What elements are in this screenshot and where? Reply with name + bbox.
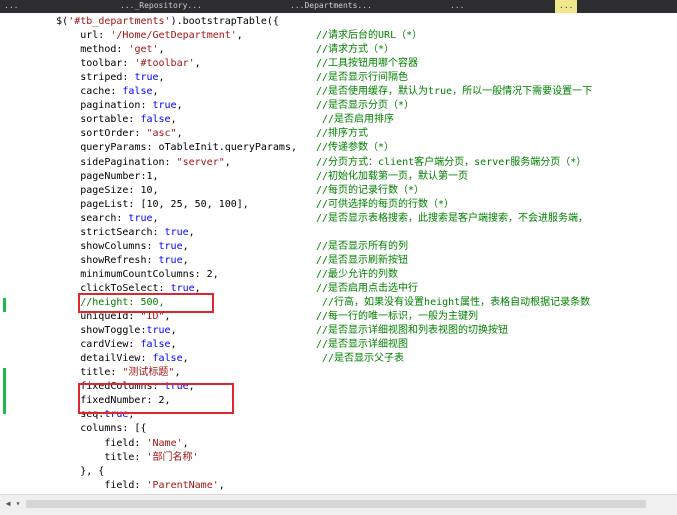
code-comment: //是否显示行间隔色 bbox=[316, 72, 409, 84]
document-tab[interactable]: ... bbox=[4, 0, 18, 13]
document-tab[interactable]: ...Departments... bbox=[290, 0, 372, 13]
code-comment: //是否使用缓存，默认为true，所以一般情况下需要设置一下 bbox=[316, 86, 593, 98]
code-comment: //请求后台的URL（*） bbox=[316, 30, 423, 42]
document-tab[interactable]: ..._Repository... bbox=[120, 0, 202, 13]
code-comment: //是否显示刷新按钮 bbox=[316, 254, 409, 266]
code-line: queryParams: oTableInit.queryParams, bbox=[8, 142, 297, 154]
highlight-box-fixed-columns bbox=[78, 383, 234, 414]
code-comment: //最少允许的列数 bbox=[316, 268, 399, 280]
code-line: sidePagination: "server", bbox=[8, 156, 231, 168]
horizontal-scrollbar-thumb[interactable] bbox=[26, 500, 646, 508]
code-editor[interactable]: $('#tb_departments').bootstrapTable({ ur… bbox=[0, 15, 660, 495]
code-comment: //分页方式：client客户端分页，server服务端分页（*） bbox=[316, 156, 587, 168]
code-comment: //请求方式（*） bbox=[316, 44, 395, 56]
code-line: toolbar: '#toolbar', bbox=[8, 58, 201, 70]
code-line: strictSearch: true, bbox=[8, 226, 195, 238]
code-line: cardView: false, bbox=[8, 339, 177, 351]
code-comment: //可供选择的每页的行数（*） bbox=[316, 198, 455, 210]
document-tab[interactable]: ... bbox=[450, 0, 464, 13]
code-line: cache: false, bbox=[8, 86, 159, 98]
code-line: field: 'Name', bbox=[8, 437, 189, 449]
code-line: showRefresh: true, bbox=[8, 254, 189, 266]
code-line: method: 'get', bbox=[8, 44, 165, 56]
code-comment: //排序方式 bbox=[316, 128, 369, 140]
document-tab-active[interactable]: ... bbox=[555, 0, 578, 13]
code-comment: //初始化加载第一页，默认第一页 bbox=[316, 170, 469, 182]
code-line: striped: true, bbox=[8, 72, 165, 84]
code-line: sortOrder: "asc", bbox=[8, 128, 183, 140]
code-comment: //工具按钮用哪个容器 bbox=[316, 58, 419, 70]
code-line: minimumCountColumns: 2, bbox=[8, 268, 219, 280]
horizontal-scrollbar[interactable]: ◀ ▾ bbox=[0, 494, 677, 515]
code-comment: //是否显示详细视图和列表视图的切换按钮 bbox=[316, 325, 509, 337]
code-line: pageList: [10, 25, 50, 100], bbox=[8, 198, 249, 210]
code-line: detailView: false, bbox=[8, 353, 189, 365]
code-line: columns: [{ bbox=[8, 423, 147, 435]
code-comment: //传递参数（*） bbox=[316, 142, 395, 154]
code-line: field: 'ParentName', bbox=[8, 479, 225, 491]
code-comment: //是否显示分页（*） bbox=[316, 100, 415, 112]
code-line: showToggle:true, bbox=[8, 325, 177, 337]
document-tab-bar: ... ..._Repository... ...Departments... … bbox=[0, 0, 677, 13]
code-line: url: '/Home/GetDepartment', bbox=[8, 30, 243, 42]
code-comment: //是否启用点击选中行 bbox=[316, 282, 419, 294]
code-line: $('#tb_departments').bootstrapTable({ bbox=[8, 16, 279, 27]
code-comment: //是否显示详细视图 bbox=[316, 339, 409, 351]
code-line: pageNumber:1, bbox=[8, 170, 159, 182]
code-line: }, { bbox=[8, 465, 105, 477]
code-line: search: true, bbox=[8, 212, 159, 224]
collapse-dropdown-icon[interactable]: ▾ bbox=[12, 498, 24, 510]
code-comment: //每一行的唯一标识，一般为主键列 bbox=[316, 311, 479, 323]
code-comment: //行高，如果没有设置height属性，表格自动根据记录条数 bbox=[316, 297, 591, 308]
code-line: pagination: true, bbox=[8, 100, 183, 112]
code-comment: //每页的记录行数（*） bbox=[316, 184, 425, 196]
code-line: showColumns: true, bbox=[8, 240, 189, 252]
code-comment: //是否显示表格搜索，此搜索是客户端搜索，不会进服务端， bbox=[316, 212, 589, 224]
code-line: sortable: false, bbox=[8, 114, 177, 126]
highlight-box-height bbox=[78, 293, 214, 313]
code-comment: //是否显示父子表 bbox=[316, 353, 405, 365]
code-comment: //是否启用排序 bbox=[316, 114, 395, 126]
code-line: title: '部门名称' bbox=[8, 451, 199, 463]
code-comment: //是否显示所有的列 bbox=[316, 240, 409, 252]
vertical-scrollbar[interactable] bbox=[660, 13, 677, 494]
code-line: title: "测试标题", bbox=[8, 367, 181, 379]
code-line: pageSize: 10, bbox=[8, 184, 159, 196]
